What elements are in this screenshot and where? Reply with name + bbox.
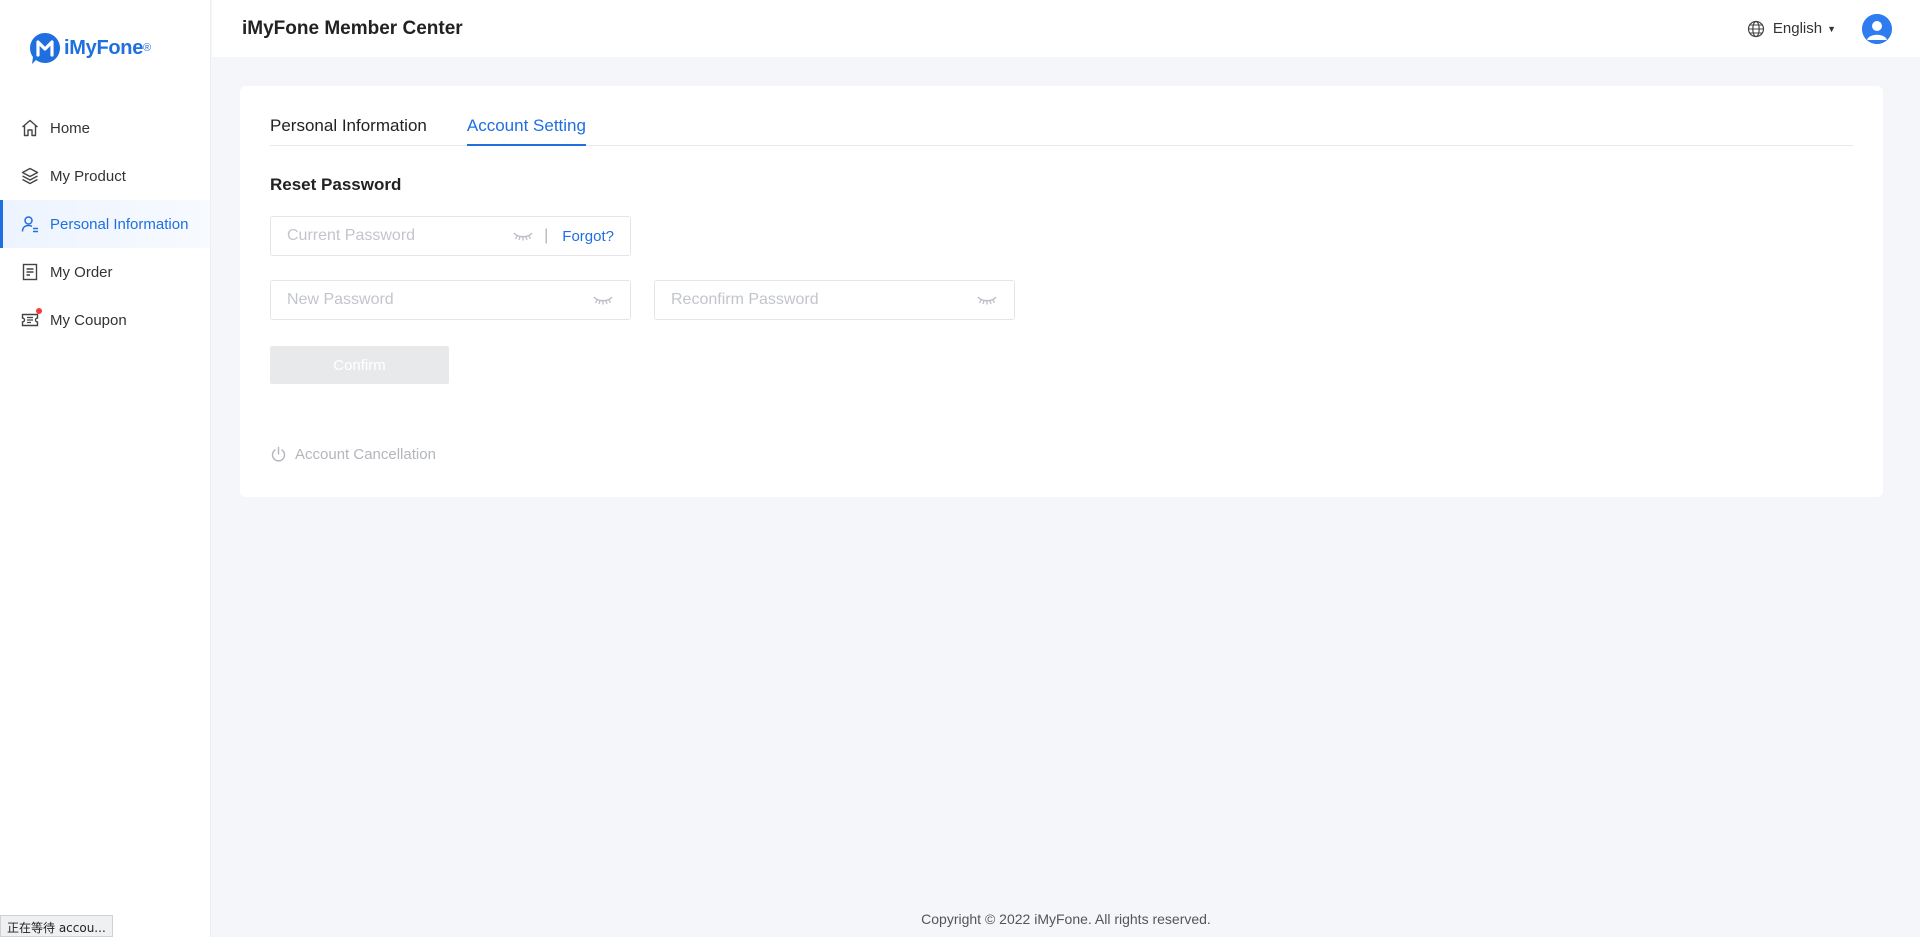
sidebar-nav: Home My Product Personal Information My … bbox=[0, 104, 210, 344]
power-icon bbox=[271, 446, 286, 462]
tab-account-setting[interactable]: Account Setting bbox=[466, 85, 587, 146]
sidebar: iMyFone ® Home My Product Personal Inform… bbox=[0, 0, 211, 937]
home-icon bbox=[20, 118, 40, 138]
current-password-input[interactable] bbox=[287, 227, 513, 245]
layers-icon bbox=[20, 166, 40, 186]
brand-name: iMyFone bbox=[64, 36, 144, 59]
avatar-icon bbox=[1862, 13, 1892, 44]
top-bar: iMyFone Member Center English ▼ bbox=[212, 0, 1920, 57]
confirm-button[interactable]: Confirm bbox=[270, 346, 449, 384]
sidebar-item-label: My Product bbox=[50, 167, 126, 185]
reset-password-title: Reset Password bbox=[270, 175, 402, 194]
account-setting-card: Personal Information Account Setting Res… bbox=[240, 86, 1883, 497]
brand-logo[interactable]: iMyFone ® bbox=[0, 0, 210, 96]
eye-closed-icon[interactable] bbox=[512, 230, 534, 242]
page-title: iMyFone Member Center bbox=[242, 17, 463, 39]
sidebar-item-my-coupon[interactable]: My Coupon bbox=[0, 296, 210, 344]
reconfirm-password-field bbox=[654, 280, 1015, 320]
eye-closed-icon[interactable] bbox=[592, 294, 614, 306]
account-cancellation-link[interactable]: Account Cancellation bbox=[270, 446, 436, 463]
sidebar-item-label: Personal Information bbox=[50, 215, 189, 233]
brand-reg-mark: ® bbox=[143, 42, 152, 54]
caret-down-icon: ▼ bbox=[1827, 23, 1836, 34]
sidebar-item-label: Home bbox=[50, 119, 91, 137]
language-label: English bbox=[1772, 20, 1823, 37]
sidebar-item-my-product[interactable]: My Product bbox=[0, 152, 210, 200]
sidebar-item-label: My Coupon bbox=[50, 311, 127, 329]
top-bar-actions: English ▼ bbox=[1747, 13, 1892, 44]
avatar[interactable] bbox=[1862, 13, 1892, 44]
new-password-input[interactable] bbox=[287, 291, 592, 309]
tab-personal-information[interactable]: Personal Information bbox=[270, 85, 427, 145]
sidebar-item-home[interactable]: Home bbox=[0, 104, 210, 152]
copyright: Copyright © 2022 iMyFone. All rights res… bbox=[921, 911, 1211, 927]
current-password-field: | Forgot? bbox=[270, 216, 631, 256]
eye-closed-icon[interactable] bbox=[976, 294, 998, 306]
user-icon bbox=[20, 214, 40, 234]
account-cancellation-label: Account Cancellation bbox=[295, 446, 436, 463]
globe-icon bbox=[1747, 20, 1764, 37]
sidebar-item-my-order[interactable]: My Order bbox=[0, 248, 210, 296]
browser-status-bar: 正在等待 accou... bbox=[0, 915, 113, 937]
reconfirm-password-input[interactable] bbox=[671, 291, 976, 309]
language-selector[interactable]: English ▼ bbox=[1747, 20, 1836, 38]
separator: | bbox=[544, 227, 549, 244]
sidebar-item-personal-information[interactable]: Personal Information bbox=[0, 200, 210, 248]
sidebar-item-label: My Order bbox=[50, 263, 113, 281]
notification-dot bbox=[36, 308, 42, 314]
forgot-password-link[interactable]: Forgot? bbox=[562, 228, 614, 245]
new-password-field bbox=[270, 280, 631, 320]
order-icon bbox=[20, 262, 40, 282]
settings-tabs: Personal Information Account Setting bbox=[270, 86, 1853, 146]
coupon-icon bbox=[20, 308, 42, 330]
imyfone-logo-icon bbox=[29, 33, 60, 64]
